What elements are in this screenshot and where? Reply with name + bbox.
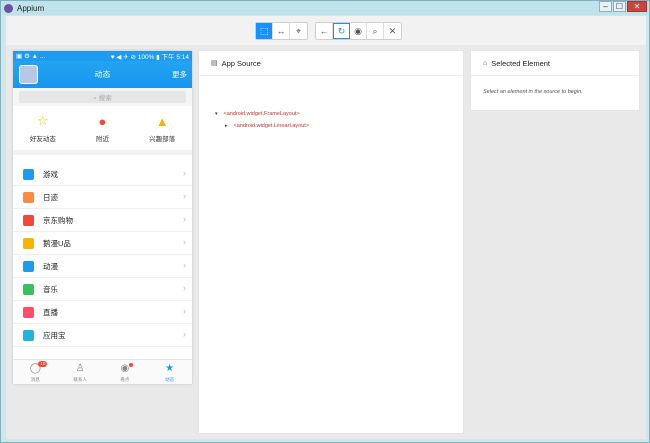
chevron-right-icon: › bbox=[183, 306, 186, 316]
app-source-panel: ▤ App Source ▾ <android.widget.FrameLayo… bbox=[198, 50, 464, 434]
list-item[interactable]: 游戏 › bbox=[13, 163, 192, 186]
swipe-icon: ↔ bbox=[276, 26, 286, 36]
search-bar: ⌕ 搜索 bbox=[13, 88, 192, 106]
quit-session-button[interactable]: ✕ bbox=[384, 23, 401, 39]
qq-header: 动态 更多 bbox=[13, 61, 192, 88]
search-input[interactable]: ⌕ 搜索 bbox=[19, 91, 186, 103]
contacts-icon: ♙ bbox=[75, 363, 85, 374]
selected-element-header: ⌂ Selected Element bbox=[471, 51, 639, 76]
refresh-icon: ↻ bbox=[337, 25, 346, 36]
minimize-button[interactable]: – bbox=[599, 1, 612, 12]
mode-button-group: ⬚ ↔ ⌖ bbox=[255, 22, 308, 40]
back-icon: ← bbox=[319, 26, 329, 36]
caret-right-icon[interactable]: ▸ bbox=[225, 123, 228, 129]
shortcut-row: ☆ 好友动态 ● 附近 ▲ 兴趣部落 bbox=[13, 106, 192, 155]
list-item[interactable]: 直播 › bbox=[13, 301, 192, 324]
toggle-visibility-button[interactable]: ◉ bbox=[350, 23, 367, 39]
window-title: Appium bbox=[17, 3, 45, 13]
swipe-button[interactable]: ↔ bbox=[273, 23, 290, 39]
panel-title: App Source bbox=[221, 58, 261, 68]
close-window-button[interactable]: ✕ bbox=[627, 1, 647, 12]
star-icon: ☆ bbox=[37, 113, 49, 128]
maximize-button[interactable]: ☐ bbox=[613, 1, 626, 12]
selected-element-panel: ⌂ Selected Element Select an element in … bbox=[470, 50, 640, 111]
refresh-button[interactable]: ↻ bbox=[333, 23, 350, 39]
device-screenshot[interactable]: ▣ ⚙ ▲ ... ♥ ◀ ✈ ⊘ 100% ▮ 下午 5:14 动态 更多 ⌕… bbox=[13, 51, 192, 384]
appstore-icon bbox=[23, 329, 34, 341]
live-icon bbox=[23, 306, 34, 318]
shortcut-label: 附近 bbox=[95, 136, 109, 143]
select-element-icon: ⬚ bbox=[259, 25, 269, 36]
appium-window: Appium – ☐ ✕ ⬚ ↔ ⌖ ← ↻ ◉ ⌕ ✕ ▣ ⚙ ▲ ... ♥… bbox=[0, 0, 650, 443]
status-left: ▣ ⚙ ▲ ... bbox=[16, 53, 46, 60]
list-item[interactable]: 京东购物 › bbox=[13, 209, 192, 232]
close-icon: ✕ bbox=[388, 25, 397, 36]
list-item[interactable]: 应用宝 › bbox=[13, 324, 192, 347]
gift-icon bbox=[23, 237, 34, 249]
search-icon: ⌕ bbox=[372, 25, 378, 36]
tree-node-framelayout[interactable]: ▾ <android.widget.FrameLayout> bbox=[215, 111, 300, 117]
shortcut-label: 兴趣部落 bbox=[149, 136, 176, 143]
tree-node-linearlayout[interactable]: ▸ <android.widget.LinearLayout> bbox=[225, 123, 309, 129]
unread-badge: 10 bbox=[38, 361, 48, 367]
selection-hint: Select an element in the source to begin… bbox=[483, 89, 583, 95]
notification-dot bbox=[128, 363, 133, 367]
more-button[interactable]: 更多 bbox=[172, 69, 187, 80]
chevron-right-icon: › bbox=[183, 191, 186, 201]
select-element-button[interactable]: ⬚ bbox=[256, 23, 273, 39]
tap-by-coordinates-icon: ⌖ bbox=[295, 25, 302, 36]
tab-messages[interactable]: ◯ 10 消息 bbox=[15, 360, 55, 384]
tribe-icon: ▲ bbox=[155, 113, 169, 129]
appium-logo-icon bbox=[4, 3, 13, 13]
shortcut-tribes[interactable]: ▲ 兴趣部落 bbox=[137, 113, 187, 144]
tab-watch[interactable]: ◉ 看点 bbox=[105, 360, 145, 384]
tap-by-coordinates-button[interactable]: ⌖ bbox=[290, 23, 307, 39]
caret-down-icon[interactable]: ▾ bbox=[215, 111, 218, 117]
list-item[interactable]: 日迹 › bbox=[13, 186, 192, 209]
node-label[interactable]: <android.widget.LinearLayout> bbox=[234, 123, 310, 129]
shortcut-label: 好友动态 bbox=[29, 136, 56, 143]
panel-title: Selected Element bbox=[491, 58, 551, 68]
chevron-right-icon: › bbox=[183, 260, 186, 270]
bottom-tab-bar: ◯ 10 消息 ♙ 联系人 ◉ 看点 ★ 动态 bbox=[13, 359, 192, 384]
gamepad-icon bbox=[23, 168, 34, 180]
avatar[interactable] bbox=[19, 65, 38, 84]
eye-icon: ◉ bbox=[354, 25, 362, 36]
music-icon bbox=[23, 283, 34, 295]
back-button[interactable]: ← bbox=[316, 23, 333, 39]
action-button-group: ← ↻ ◉ ⌕ ✕ bbox=[315, 22, 402, 40]
node-label[interactable]: <android.widget.FrameLayout> bbox=[224, 111, 300, 117]
tab-contacts[interactable]: ♙ 联系人 bbox=[60, 360, 100, 384]
search-button[interactable]: ⌕ bbox=[367, 23, 384, 39]
title-bar[interactable]: Appium – ☐ ✕ bbox=[1, 1, 649, 15]
chevron-right-icon: › bbox=[183, 283, 186, 293]
tab-feed[interactable]: ★ 动态 bbox=[150, 360, 190, 384]
app-source-header: ▤ App Source bbox=[199, 51, 463, 76]
anime-icon bbox=[23, 260, 34, 272]
status-right: ♥ ◀ ✈ ⊘ 100% ▮ 下午 5:14 bbox=[110, 54, 189, 61]
chevron-right-icon: › bbox=[183, 237, 186, 247]
chevron-right-icon: › bbox=[183, 329, 186, 339]
list-item[interactable]: 动漫 › bbox=[13, 255, 192, 278]
document-icon: ▤ bbox=[211, 60, 218, 67]
list-item[interactable]: 音乐 › bbox=[13, 278, 192, 301]
inspector-client-area: ⬚ ↔ ⌖ ← ↻ ◉ ⌕ ✕ ▣ ⚙ ▲ ... ♥ ◀ ✈ ⊘ 100% ▮… bbox=[6, 16, 646, 439]
page-title: 动态 bbox=[94, 70, 111, 79]
daily-icon bbox=[23, 191, 34, 203]
list-item[interactable]: 鹅漫U品 › bbox=[13, 232, 192, 255]
inspector-toolbar: ⬚ ↔ ⌖ ← ↻ ◉ ⌕ ✕ bbox=[6, 16, 646, 45]
tag-icon: ⌂ bbox=[483, 59, 488, 67]
feature-list: 游戏 › 日迹 › 京东购物 › 鹅漫U品 › 动漫 › 音乐 › 直播 › 应用宝 › bbox=[13, 163, 192, 347]
chevron-right-icon: › bbox=[183, 168, 186, 178]
location-pin-icon: ● bbox=[98, 113, 107, 129]
shortcut-friends-feed[interactable]: ☆ 好友动态 bbox=[18, 113, 68, 143]
jd-icon bbox=[23, 214, 34, 226]
star-tab-icon: ★ bbox=[165, 363, 175, 374]
chevron-right-icon: › bbox=[183, 214, 186, 224]
android-status-bar: ▣ ⚙ ▲ ... ♥ ◀ ✈ ⊘ 100% ▮ 下午 5:14 bbox=[13, 51, 192, 61]
shortcut-nearby[interactable]: ● 附近 bbox=[77, 113, 127, 144]
